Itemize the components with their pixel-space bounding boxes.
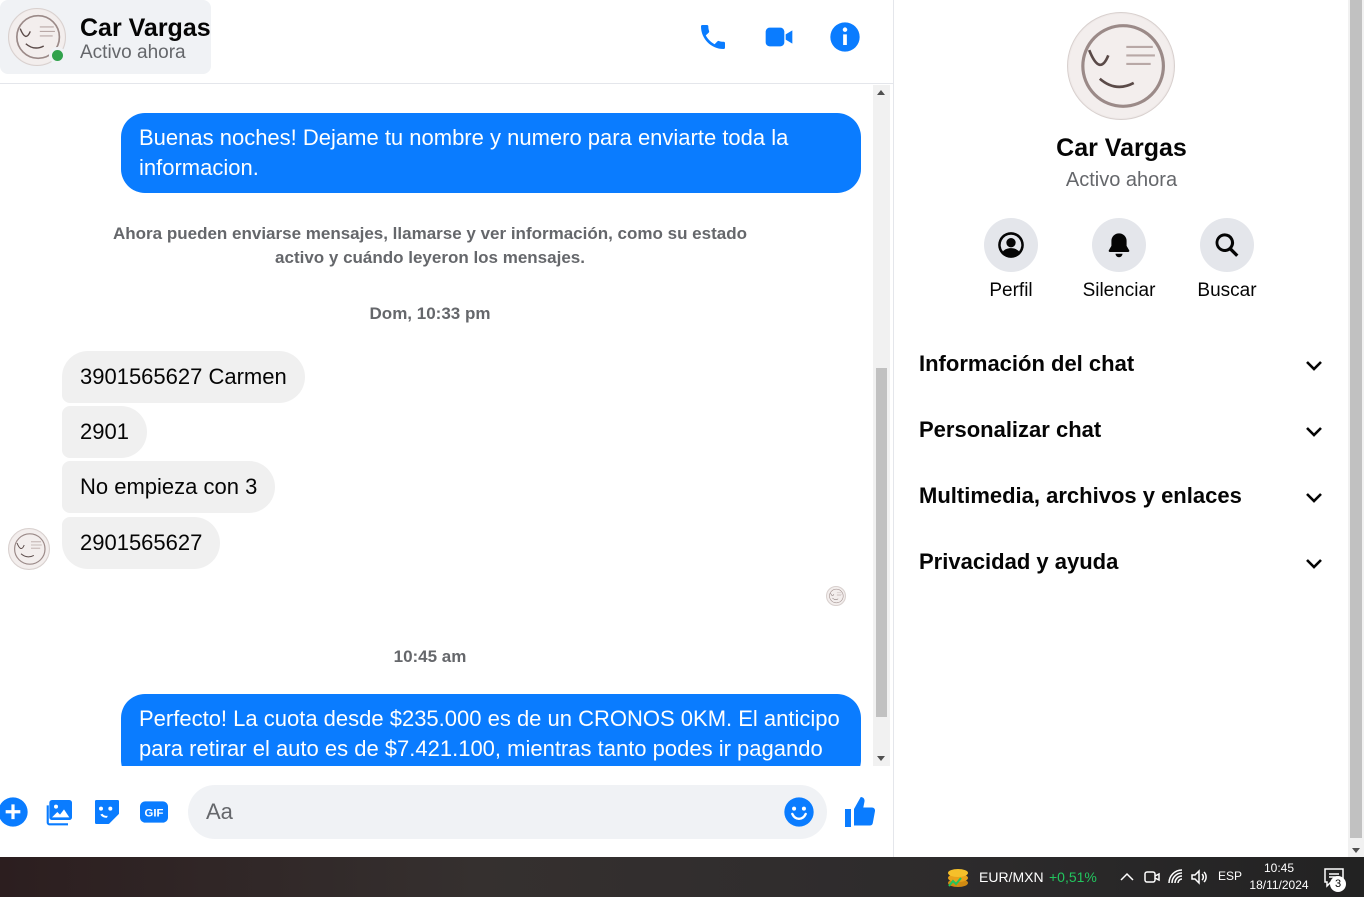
meet-now-button[interactable] bbox=[1142, 867, 1162, 887]
section-label: Información del chat bbox=[919, 351, 1135, 376]
profile-name: Car Vargas bbox=[1056, 134, 1187, 162]
gif-button[interactable]: GIF bbox=[137, 795, 171, 829]
thumbs-up-icon bbox=[845, 797, 876, 827]
currency-change: +0,51% bbox=[1049, 869, 1097, 885]
show-hidden-icons-button[interactable] bbox=[1117, 867, 1137, 887]
chevron-up-icon bbox=[1120, 872, 1134, 881]
windows-taskbar: EUR/MXN +0,51% ESP 10:45 18/11/2024 3 bbox=[0, 857, 1364, 897]
contact-logo-icon bbox=[1068, 13, 1174, 119]
contact-logo-icon bbox=[9, 529, 49, 569]
read-receipt-avatar bbox=[826, 586, 846, 606]
incoming-message[interactable]: 3901565627 Carmen bbox=[62, 351, 305, 403]
chevron-down-icon bbox=[1306, 559, 1322, 569]
camera-icon bbox=[1144, 871, 1160, 883]
contact-status: Activo ahora bbox=[80, 42, 186, 63]
sender-avatar[interactable] bbox=[8, 528, 50, 570]
section-label: Multimedia, archivos y enlaces bbox=[919, 483, 1242, 508]
chat-column: Car Vargas Activo ahora Buenas noches! D… bbox=[0, 0, 893, 857]
message-input[interactable] bbox=[188, 785, 827, 839]
incoming-message[interactable]: 2901 bbox=[62, 406, 147, 458]
video-camera-icon bbox=[765, 27, 793, 47]
network-button[interactable] bbox=[1166, 867, 1186, 887]
search-icon-circle bbox=[1200, 218, 1254, 272]
phone-icon bbox=[701, 25, 725, 49]
conversation-info-button[interactable] bbox=[825, 17, 865, 57]
section-chat-info[interactable]: Información del chat bbox=[908, 337, 1334, 393]
search-button[interactable]: Buscar bbox=[1172, 218, 1282, 308]
sticker-icon bbox=[95, 800, 119, 824]
profile-button[interactable]: Perfil bbox=[956, 218, 1066, 308]
contact-logo-icon bbox=[827, 587, 845, 605]
scroll-thumb[interactable] bbox=[876, 368, 887, 717]
search-icon bbox=[1215, 233, 1239, 257]
send-like-button[interactable] bbox=[842, 794, 878, 830]
message-composer: GIF bbox=[0, 766, 893, 857]
incoming-message[interactable]: No empieza con 3 bbox=[62, 461, 276, 513]
wifi-icon bbox=[1168, 869, 1183, 884]
conversation-info-panel: Car Vargas Activo ahora Perfil Silenciar bbox=[893, 0, 1348, 857]
attach-media-button[interactable] bbox=[43, 795, 77, 829]
speaker-icon bbox=[1191, 869, 1207, 885]
messenger-app: Car Vargas Activo ahora Buenas noches! D… bbox=[0, 0, 1364, 857]
sticker-button[interactable] bbox=[90, 795, 124, 829]
mute-button[interactable]: Silenciar bbox=[1064, 218, 1174, 308]
message-list[interactable]: Buenas noches! Dejame tu nombre y numero… bbox=[0, 85, 874, 766]
search-label: Buscar bbox=[1197, 280, 1257, 301]
section-label: Personalizar chat bbox=[919, 417, 1102, 442]
volume-button[interactable] bbox=[1189, 867, 1209, 887]
bell-icon bbox=[1108, 233, 1130, 258]
contact-header-button[interactable]: Car Vargas Activo ahora bbox=[0, 0, 211, 74]
chat-header: Car Vargas Activo ahora bbox=[0, 0, 893, 84]
clock-date[interactable]: 18/11/2024 bbox=[1248, 878, 1310, 892]
profile-status: Activo ahora bbox=[1065, 169, 1178, 191]
online-status-indicator bbox=[49, 47, 66, 64]
image-icon bbox=[46, 800, 72, 826]
profile-label: Perfil bbox=[989, 280, 1033, 301]
outgoing-message[interactable]: Perfecto! La cuota desde $235.000 es de … bbox=[121, 694, 861, 766]
smiley-icon bbox=[784, 797, 814, 827]
timestamp-separator: 10:45 am bbox=[393, 647, 467, 666]
audio-call-button[interactable] bbox=[693, 17, 733, 57]
clock-time[interactable]: 10:45 bbox=[1248, 861, 1310, 875]
section-media-files-links[interactable]: Multimedia, archivos y enlaces bbox=[908, 469, 1334, 525]
chevron-down-icon bbox=[1306, 361, 1322, 371]
section-customize-chat[interactable]: Personalizar chat bbox=[908, 403, 1334, 459]
currency-coins-icon[interactable] bbox=[946, 866, 970, 888]
notification-badge: 3 bbox=[1330, 876, 1346, 892]
chevron-down-icon bbox=[1306, 493, 1322, 503]
incoming-message[interactable]: 2901565627 bbox=[62, 517, 221, 569]
profile-icon bbox=[998, 232, 1024, 258]
scroll-down-arrow-icon[interactable] bbox=[1352, 848, 1360, 853]
currency-pair[interactable]: EUR/MXN bbox=[979, 869, 1044, 885]
scroll-down-arrow-icon[interactable] bbox=[877, 756, 885, 761]
info-icon bbox=[830, 22, 860, 52]
section-privacy-help[interactable]: Privacidad y ayuda bbox=[908, 535, 1334, 591]
page-scrollbar[interactable] bbox=[1348, 0, 1364, 857]
profile-icon-circle bbox=[984, 218, 1038, 272]
outgoing-message[interactable]: Buenas noches! Dejame tu nombre y numero… bbox=[121, 113, 861, 193]
timestamp-separator: Dom, 10:33 pm bbox=[369, 304, 491, 323]
svg-text:GIF: GIF bbox=[145, 808, 164, 820]
mute-label: Silenciar bbox=[1082, 280, 1156, 301]
more-actions-button[interactable] bbox=[0, 795, 30, 829]
gif-icon: GIF bbox=[140, 801, 168, 823]
message-scrollbar[interactable] bbox=[873, 85, 890, 766]
video-call-button[interactable] bbox=[759, 17, 799, 57]
scroll-up-arrow-icon[interactable] bbox=[877, 90, 885, 95]
page-scroll-thumb[interactable] bbox=[1350, 0, 1362, 838]
chevron-down-icon bbox=[1306, 427, 1322, 437]
contact-name: Car Vargas bbox=[80, 14, 211, 42]
section-label: Privacidad y ayuda bbox=[919, 549, 1119, 574]
emoji-button[interactable] bbox=[783, 796, 815, 828]
system-notice: Ahora pueden enviarse mensajes, llamarse… bbox=[113, 224, 747, 267]
mute-icon-circle bbox=[1092, 218, 1146, 272]
profile-avatar[interactable] bbox=[1067, 12, 1175, 120]
input-language[interactable]: ESP bbox=[1218, 869, 1242, 883]
plus-circle-icon bbox=[0, 797, 28, 827]
